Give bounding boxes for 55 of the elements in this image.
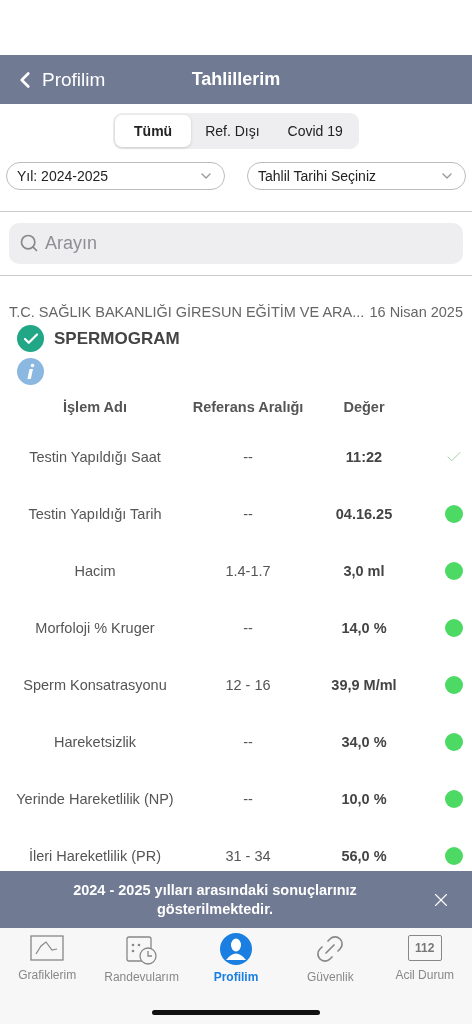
tab-item[interactable]: 112 Acil Durum (379, 932, 470, 984)
reference-range: -- (242, 790, 254, 807)
reference-range: 12 - 16 (224, 676, 272, 693)
test-parameter: İleri Hareketlilik (PR) (27, 847, 163, 864)
status-dot (445, 789, 463, 808)
filter-dropdown[interactable]: Tahlil Tarihi Seçiniz (247, 162, 466, 190)
status-dot (445, 504, 463, 523)
test-parameter: Testin Yapıldığı Tarih (27, 505, 163, 522)
banner-message: 2024 - 2025 yılları arasındaki sonuçlarınız gösterilmektedir. (72, 880, 358, 919)
tab-item[interactable]: Profilim (190, 932, 281, 984)
test-name: SPERMOGRAM (54, 328, 180, 349)
reference-range: 31 - 34 (224, 847, 272, 864)
person-icon (218, 932, 253, 966)
test-parameter: Yerinde Hareketlilik (NP) (15, 790, 175, 807)
search-field[interactable]: Arayın (9, 223, 463, 264)
institution-name: T.C. SAĞLIK BAKANLIĞI GİRESUN EĞİTİM VE ARA... (9, 304, 365, 320)
result-value: 39,9 M/ml (330, 676, 398, 693)
test-parameter: Hareketsizlik (52, 733, 138, 750)
test-parameter: Morfoloji % Kruger (34, 619, 156, 636)
test-parameter: Hacim (73, 562, 117, 579)
result-value: 10,0 % (340, 790, 388, 807)
reference-range: -- (242, 733, 254, 750)
tab-item[interactable]: Güvenlik (285, 932, 376, 984)
reference-range: -- (242, 505, 254, 522)
reference-range: -- (242, 619, 254, 636)
tab-item[interactable]: Grafiklerim (2, 932, 93, 984)
column-header: İşlem Adı (62, 399, 128, 415)
emergency-number-icon: 112 (407, 935, 442, 961)
status-dot (445, 846, 463, 865)
test-parameter: Testin Yapıldığı Saat (28, 448, 162, 465)
chart-icon (29, 932, 66, 964)
segment-tab[interactable]: Covid 19 (273, 115, 357, 147)
segment-tab[interactable]: Ref. Dışı (191, 115, 274, 147)
column-header: Referans Aralığı (191, 399, 305, 415)
search-icon (19, 233, 39, 253)
reference-range: -- (242, 448, 254, 465)
result-value: 04.16.25 (334, 505, 394, 522)
filter-dropdown[interactable]: Yıl: 2024-2025 (6, 162, 225, 190)
status-dot (445, 618, 463, 637)
segment-tab[interactable]: Tümü (115, 115, 192, 147)
reference-range: 1.4-1.7 (224, 562, 272, 579)
status-dot (445, 675, 463, 694)
column-header: Değer (342, 399, 386, 415)
back-button[interactable]: Profilim (12, 66, 106, 93)
report-date: 16 Nisan 2025 (369, 304, 463, 320)
tab-item[interactable]: Randevularım (96, 932, 187, 984)
screen-title: Tahlillerim (191, 69, 281, 90)
result-value: 14,0 % (340, 619, 388, 636)
result-value: 34,0 % (340, 733, 388, 750)
result-value: 3,0 ml (342, 562, 386, 579)
result-value: 11:22 (344, 448, 384, 465)
status-dot (445, 561, 463, 580)
test-parameter: Sperm Konsatrasyonu (22, 676, 168, 693)
result-value: 56,0 % (340, 847, 388, 864)
status-dot (445, 732, 463, 751)
